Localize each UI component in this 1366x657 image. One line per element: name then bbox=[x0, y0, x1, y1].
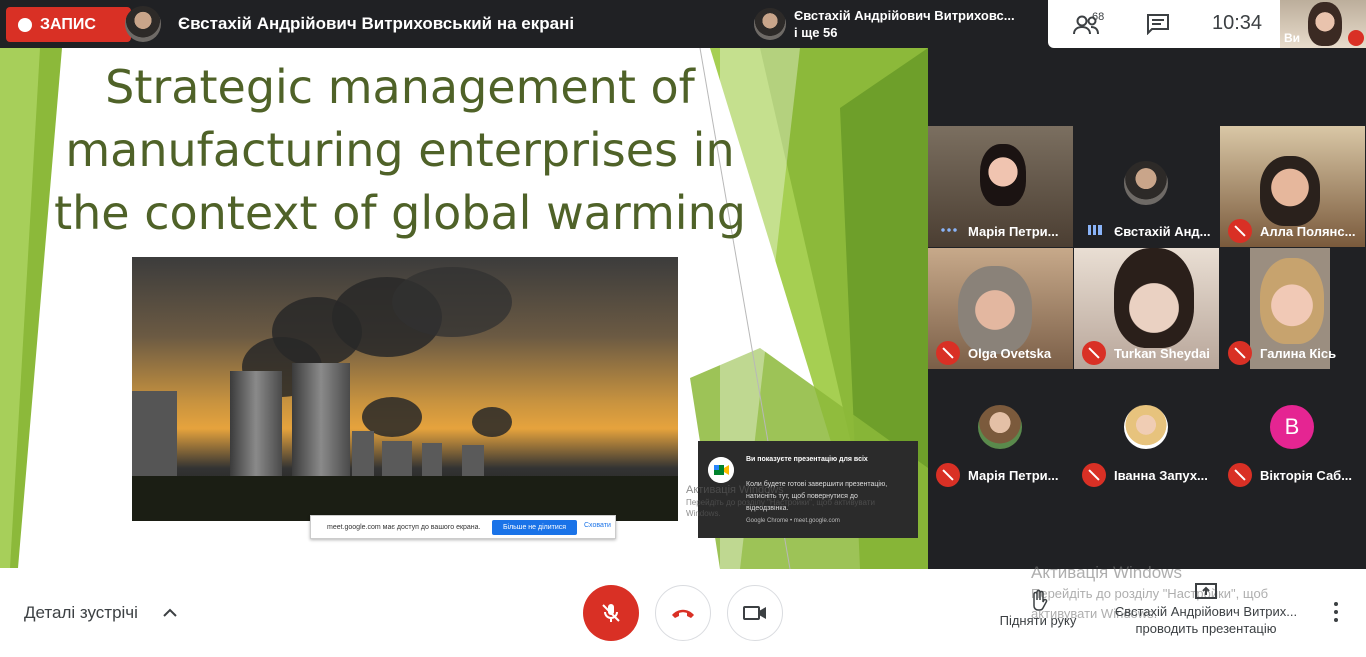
raise-hand-label: Підняти руку bbox=[999, 613, 1077, 628]
participant-tile[interactable]: Марія Петри... bbox=[928, 370, 1073, 491]
clock: 10:34 bbox=[1212, 12, 1263, 34]
speaking-indicator-icon bbox=[940, 228, 958, 232]
participant-tile[interactable]: Іванна Запух... bbox=[1074, 370, 1219, 491]
mic-off-icon bbox=[936, 463, 960, 487]
notification-title: Ви показуєте презентацію для всіх bbox=[746, 456, 868, 463]
windows-activation-watermark: Активація Windows Перейдіть до розділу "… bbox=[686, 484, 896, 519]
mic-off-icon bbox=[1348, 30, 1364, 46]
participant-tile[interactable]: Марія Петри... bbox=[928, 126, 1073, 247]
mic-off-icon bbox=[1082, 463, 1106, 487]
self-view-tile[interactable]: Ви bbox=[1280, 0, 1366, 48]
raise-hand-button[interactable]: Підняти руку bbox=[996, 589, 1080, 628]
presenter-chip-avatar bbox=[754, 8, 786, 40]
mic-toggle-button[interactable] bbox=[583, 585, 639, 641]
present-screen-icon bbox=[1195, 583, 1217, 599]
participant-tile[interactable]: Turkan Sheydai bbox=[1074, 248, 1219, 369]
presenter-chip-others: і ще 56 bbox=[794, 25, 838, 40]
participant-name: Марія Петри... bbox=[968, 468, 1059, 483]
mic-off-icon bbox=[1082, 341, 1106, 365]
windows-activation-title: Активація Windows bbox=[1031, 563, 1182, 582]
power-plant-photo bbox=[132, 257, 678, 521]
participant-tile[interactable]: Olga Ovetska bbox=[928, 248, 1073, 369]
stop-sharing-button[interactable]: Більше не ділитися bbox=[492, 520, 577, 535]
participant-tile[interactable]: Євстахій Анд... bbox=[1074, 126, 1219, 247]
participant-tile[interactable]: Галина Кісь bbox=[1220, 248, 1365, 369]
recording-label: ЗАПИС bbox=[40, 15, 96, 33]
screen-share-bar: meet.google.com має доступ до вашого екр… bbox=[310, 515, 616, 539]
slide-title: Strategic management of manufacturing en… bbox=[54, 60, 746, 240]
participant-name: Іванна Запух... bbox=[1114, 468, 1208, 483]
chat-icon[interactable] bbox=[1146, 13, 1170, 35]
presentation-slide: Strategic management of manufacturing en… bbox=[0, 48, 928, 569]
chevron-up-icon[interactable] bbox=[162, 605, 178, 621]
people-count: 68 bbox=[1092, 11, 1105, 23]
meet-window: ЗАПИС Євстахій Андрійович Витриховський … bbox=[0, 0, 1366, 657]
watermark-subtitle: Перейдіть до розділу "Настройки", щоб ак… bbox=[686, 498, 875, 518]
top-bar: ЗАПИС Євстахій Андрійович Витриховський … bbox=[0, 0, 1366, 48]
hand-icon bbox=[1033, 589, 1048, 611]
camera-toggle-button[interactable] bbox=[727, 585, 783, 641]
presenting-info[interactable]: Євстахій Андрійович Витрих... проводить … bbox=[1108, 583, 1304, 637]
presenter-avatar bbox=[125, 6, 161, 42]
more-options-icon[interactable] bbox=[1326, 599, 1346, 625]
hang-up-icon bbox=[672, 609, 694, 618]
mic-off-icon bbox=[1228, 463, 1252, 487]
speaking-indicator-icon bbox=[1088, 225, 1102, 235]
participant-name: Olga Ovetska bbox=[968, 346, 1052, 361]
bottom-bar: Деталі зустрічі Активація Windows Перейд… bbox=[0, 563, 1366, 657]
presenter-name: Євстахій Андрійович Витрих... bbox=[1114, 604, 1298, 619]
presenter-chip[interactable]: Євстахій Андрійович Витриховс... і ще 56 bbox=[746, 0, 1046, 48]
participant-avatar bbox=[1124, 161, 1168, 205]
share-bar-text: meet.google.com має доступ до вашого екр… bbox=[327, 523, 481, 531]
top-actions: 68 10:34 bbox=[1048, 0, 1280, 48]
participant-name: Алла Полянс... bbox=[1260, 224, 1356, 239]
recording-badge[interactable]: ЗАПИС bbox=[6, 7, 131, 42]
participant-avatar bbox=[978, 405, 1022, 449]
self-label: Ви bbox=[1284, 31, 1301, 45]
participant-name: Євстахій Анд... bbox=[1114, 224, 1211, 239]
presenter-status: проводить презентацію bbox=[1135, 621, 1277, 636]
camera-icon bbox=[743, 606, 766, 620]
participant-name: Марія Петри... bbox=[968, 224, 1059, 239]
watermark-title: Активація Windows bbox=[686, 484, 784, 496]
hide-share-bar-button[interactable]: Сховати bbox=[584, 522, 611, 529]
participant-tile[interactable]: Алла Полянс... bbox=[1220, 126, 1365, 247]
participant-tile[interactable]: В Вікторія Саб... bbox=[1220, 370, 1365, 491]
meeting-details-button[interactable]: Деталі зустрічі bbox=[24, 603, 138, 623]
participant-avatar bbox=[1124, 405, 1168, 449]
self-video bbox=[1308, 2, 1342, 46]
mic-off-icon bbox=[1228, 341, 1252, 365]
participant-name: Галина Кісь bbox=[1260, 346, 1337, 361]
record-dot-icon bbox=[18, 17, 32, 32]
presenting-status-text: Євстахій Андрійович Витриховський на екр… bbox=[178, 14, 575, 33]
google-meet-icon bbox=[708, 457, 734, 483]
presenter-chip-name: Євстахій Андрійович Витриховс... bbox=[794, 8, 1015, 23]
participant-name: Вікторія Саб... bbox=[1260, 468, 1353, 483]
mic-off-icon bbox=[936, 341, 960, 365]
participant-letter-avatar: В bbox=[1270, 405, 1314, 449]
mic-off-icon bbox=[1228, 219, 1252, 243]
leave-call-button[interactable] bbox=[655, 585, 711, 641]
participants-grid: Марія Петри... Євстахій Анд... Алла Поля… bbox=[928, 126, 1366, 494]
mic-off-icon bbox=[602, 604, 620, 622]
participant-name: Turkan Sheydai bbox=[1114, 346, 1210, 361]
